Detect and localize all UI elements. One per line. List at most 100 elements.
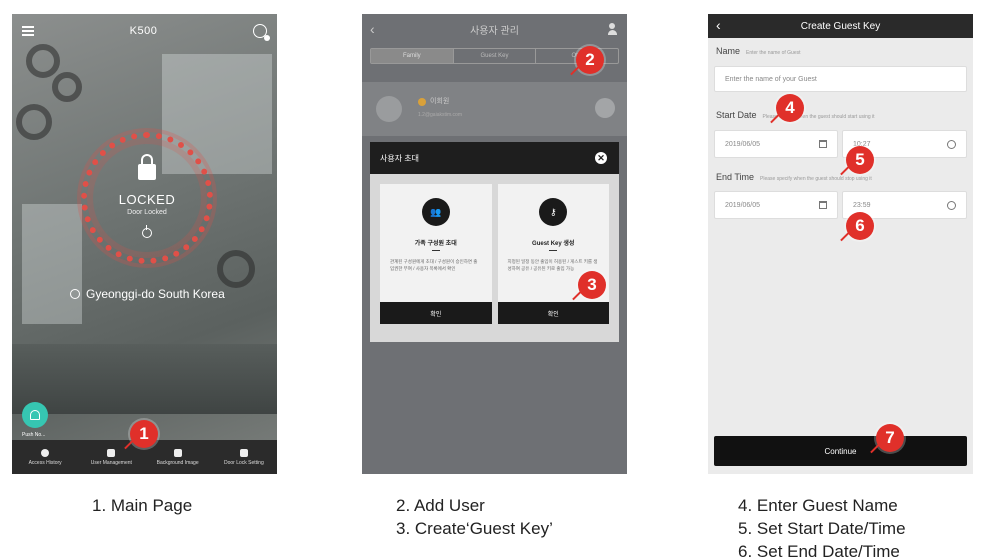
tutorial-stage: K500 LOCKED Door Locked Gyeonggi-do Sout…	[0, 0, 1008, 560]
background-floor	[12, 344, 277, 414]
tab-background-image[interactable]: Background Image	[145, 440, 211, 474]
divider	[549, 250, 558, 251]
power-icon[interactable]	[142, 225, 152, 238]
continue-button[interactable]: Continue	[714, 436, 967, 466]
end-time-label: End Time	[716, 172, 755, 182]
back-icon[interactable]: ‹	[716, 18, 721, 32]
location-label: Gyeonggi-do South Korea	[70, 287, 225, 301]
close-icon[interactable]: ✕	[595, 152, 607, 164]
bell-icon	[30, 410, 40, 420]
lock-toggle-ring[interactable]: LOCKED Door Locked	[81, 132, 213, 264]
family-invite-card: 👥 가족 구성원 초대 관계된 구성원에게 초대 / 구성원이 승인하면 출입권…	[380, 184, 492, 324]
caption-line: 3. Create‘Guest Key’	[396, 519, 553, 538]
decor-lamp	[16, 104, 52, 140]
clock-icon	[947, 140, 956, 149]
menu-icon[interactable]	[22, 26, 34, 36]
tab-family[interactable]: Family	[371, 49, 454, 63]
clock-icon	[41, 448, 50, 457]
caption-line: 1. Main Page	[92, 496, 193, 515]
caption-line: 5. Set Start Date/Time	[738, 519, 906, 538]
invite-options: 👥 가족 구성원 초대 관계된 구성원에게 초대 / 구성원이 승인하면 출입권…	[380, 184, 609, 324]
caption-line: 2. Add User	[396, 496, 485, 515]
user-settings-icon[interactable]	[252, 24, 270, 41]
caption-main-page: 1. Main Page	[92, 494, 192, 517]
back-icon[interactable]: ‹	[370, 22, 375, 36]
background-window	[22, 204, 82, 324]
caption-guest-key: 4. Enter Guest Name 5. Set Start Date/Ti…	[738, 494, 906, 560]
divider	[431, 250, 440, 251]
end-date-value: 2019/06/05	[725, 201, 761, 209]
start-date-field[interactable]: 2019/06/05	[714, 130, 838, 158]
avatar	[376, 96, 402, 122]
dialog-header: 사용자 초대 ✕	[370, 142, 619, 174]
key-icon: ⚷	[539, 198, 568, 226]
decor-lamp	[26, 44, 60, 78]
decor-lamp	[52, 72, 82, 102]
end-date-field[interactable]: 2019/06/05	[714, 191, 838, 219]
tab-label: Door Lock Setting	[224, 459, 264, 466]
tab-guest-key[interactable]: Guest Key	[454, 49, 537, 63]
tab-label: Background Image	[156, 459, 199, 466]
lock-status: LOCKED	[118, 192, 176, 207]
end-label-row: End Time Please specify when the guest s…	[716, 172, 872, 182]
caption-line: 6. Set End Date/Time	[738, 542, 900, 560]
step-marker-5: 5	[846, 146, 874, 174]
delete-member-icon[interactable]	[595, 98, 615, 118]
screen-title: 사용자 관리	[470, 25, 519, 37]
calendar-icon	[819, 140, 827, 148]
caption-line: 4. Enter Guest Name	[738, 496, 898, 515]
main-page-screen: K500 LOCKED Door Locked Gyeonggi-do Sout…	[12, 14, 277, 474]
guest-key-confirm-button[interactable]: 확인	[497, 302, 609, 324]
settings-icon	[239, 448, 248, 457]
start-date-value: 2019/06/05	[725, 140, 761, 148]
device-title: K500	[129, 25, 158, 37]
step-marker-4: 4	[776, 94, 804, 122]
step-marker-6: 6	[846, 212, 874, 240]
step-marker-7: 7	[876, 424, 904, 452]
card-description: 지정된 일정 동안 출입이 허용된 / 게스트 키를 생성하여 공유 / 공유된…	[507, 259, 598, 271]
add-user-icon[interactable]	[608, 23, 617, 35]
push-label: Push No...	[22, 432, 46, 438]
lock-substatus: Door Locked	[127, 209, 167, 216]
caption-add-user: 2. Add User 3. Create‘Guest Key’	[396, 494, 553, 540]
screen-title: Create Guest Key	[800, 20, 881, 32]
dialog-title: 사용자 초대	[380, 153, 420, 163]
member-email: 1.2@gaiakstim.com	[418, 112, 462, 118]
invite-user-dialog: 사용자 초대 ✕ 👥 가족 구성원 초대 관계된 구성원에게 초대 / 구성원이…	[370, 142, 619, 342]
step-marker-2: 2	[576, 46, 604, 74]
family-invite-confirm-button[interactable]: 확인	[380, 302, 492, 324]
member-name: 이회원	[430, 98, 450, 105]
location-text: Gyeonggi-do South Korea	[86, 287, 225, 301]
guest-key-card: ⚷ Guest Key 생성 지정된 일정 동안 출입이 허용된 / 게스트 키…	[497, 184, 609, 324]
card-title: 가족 구성원 초대	[414, 241, 457, 247]
p3-top-bar: ‹ Create Guest Key	[708, 14, 973, 38]
create-guest-key-screen: ‹ Create Guest Key Name Enter the name o…	[708, 14, 973, 474]
users-icon	[107, 448, 116, 457]
card-description: 관계된 구성원에게 초대 / 구성원이 승인하면 출입권한 부여 / 사용자 목…	[390, 259, 478, 271]
tab-label: Access History	[28, 459, 62, 466]
calendar-icon	[819, 201, 827, 209]
guest-name-input[interactable]: Enter the name of your Guest	[714, 66, 967, 92]
admin-badge-icon	[418, 98, 426, 106]
location-icon	[70, 289, 80, 299]
name-label: Name	[716, 46, 741, 56]
start-date-label: Start Date	[716, 110, 757, 120]
users-icon: 👥	[421, 198, 450, 226]
p2-top-bar: ‹ 사용자 관리	[362, 14, 627, 44]
end-time-value: 23:59	[853, 201, 871, 209]
clock-icon	[947, 201, 956, 210]
member-row[interactable]: 이회원 1.2@gaiakstim.com	[362, 82, 627, 136]
main-top-bar: K500	[12, 14, 277, 48]
step-marker-3: 3	[578, 271, 606, 299]
tab-door-lock-setting[interactable]: Door Lock Setting	[211, 440, 277, 474]
tab-label: User Management	[90, 459, 132, 466]
end-hint: Please specify when the guest should sto…	[760, 176, 872, 182]
name-hint: Enter the name of Guest	[746, 50, 801, 56]
step-marker-1: 1	[130, 420, 158, 448]
push-notification-button[interactable]	[22, 402, 48, 428]
decor-lamp	[217, 250, 255, 288]
image-icon	[173, 448, 182, 457]
name-label-row: Name Enter the name of Guest	[716, 46, 801, 56]
card-title: Guest Key 생성	[532, 241, 575, 247]
tab-access-history[interactable]: Access History	[12, 440, 78, 474]
